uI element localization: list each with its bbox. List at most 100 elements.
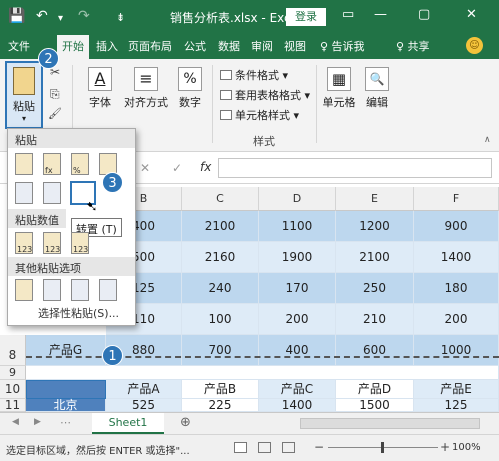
cancel-icon[interactable]: ✕ bbox=[140, 161, 150, 175]
row-header[interactable]: 10 bbox=[0, 380, 26, 399]
table-cell[interactable]: 产品E bbox=[414, 380, 499, 399]
copy-icon[interactable]: ⎘ bbox=[50, 87, 60, 102]
keep-column-widths-icon[interactable] bbox=[43, 182, 61, 204]
tab-page-layout[interactable]: 页面布局 bbox=[128, 38, 172, 54]
target-cell[interactable] bbox=[26, 380, 106, 399]
table-cell[interactable]: 1400 bbox=[259, 399, 336, 412]
tab-view[interactable]: 视图 bbox=[284, 38, 306, 54]
scroll-prev-sheet-icon[interactable]: ◀ bbox=[12, 417, 19, 427]
paste-values-icon[interactable]: 123 bbox=[15, 232, 33, 254]
column-header-d[interactable]: D bbox=[259, 187, 336, 211]
paste-link-icon[interactable] bbox=[43, 279, 61, 301]
save-icon[interactable]: 💾 bbox=[8, 7, 25, 25]
table-cell[interactable]: 170 bbox=[259, 273, 336, 304]
paste-values-source-format-icon[interactable]: 123 bbox=[71, 232, 89, 254]
tab-home[interactable]: 开始 bbox=[57, 35, 89, 59]
table-cell[interactable]: 2160 bbox=[182, 242, 259, 273]
collapse-ribbon-icon[interactable]: ∧ bbox=[484, 135, 491, 145]
paste-icon[interactable] bbox=[15, 153, 33, 175]
customize-toolbar-icon[interactable]: ⇟ bbox=[116, 9, 125, 27]
tell-me-search[interactable]: ♀ 告诉我 bbox=[320, 38, 365, 54]
table-cell[interactable]: 700 bbox=[182, 335, 259, 366]
tab-review[interactable]: 审阅 bbox=[251, 38, 273, 54]
editing-button[interactable]: 🔍 编辑 bbox=[362, 67, 392, 110]
cells-button[interactable]: ▦ 单元格 bbox=[320, 67, 358, 110]
table-cell[interactable]: 产品B bbox=[182, 380, 259, 399]
paste-picture-icon[interactable] bbox=[71, 279, 89, 301]
alignment-button[interactable]: ≡ 对齐方式 bbox=[122, 67, 170, 110]
table-row[interactable] bbox=[26, 366, 499, 380]
feedback-smiley-icon[interactable]: ☺ bbox=[466, 37, 483, 54]
table-cell[interactable]: 250 bbox=[336, 273, 414, 304]
table-cell[interactable]: 产品D bbox=[336, 380, 414, 399]
scroll-next-sheet-icon[interactable]: ▶ bbox=[34, 417, 41, 427]
table-cell[interactable]: 200 bbox=[259, 304, 336, 335]
linked-picture-icon[interactable] bbox=[99, 279, 117, 301]
paste-button[interactable]: 粘贴 ▾ bbox=[5, 61, 43, 129]
sheet-tab-sheet1[interactable]: Sheet1 bbox=[92, 413, 164, 434]
format-painter-icon[interactable]: 🖌 bbox=[48, 107, 62, 120]
table-cell[interactable]: 北京 bbox=[26, 399, 106, 412]
enter-icon[interactable]: ✓ bbox=[172, 161, 182, 175]
tab-insert[interactable]: 插入 bbox=[96, 38, 118, 54]
tab-formulas[interactable]: 公式 bbox=[184, 38, 206, 54]
tab-file[interactable]: 文件 bbox=[8, 38, 30, 54]
paste-values-number-format-icon[interactable]: 123 bbox=[43, 232, 61, 254]
paste-formatting-icon[interactable] bbox=[15, 279, 33, 301]
page-break-view-icon[interactable] bbox=[282, 442, 295, 453]
more-sheets-icon[interactable]: ⋯ bbox=[60, 416, 71, 429]
add-sheet-icon[interactable]: ⊕ bbox=[180, 415, 191, 430]
table-cell[interactable]: 1400 bbox=[414, 242, 499, 273]
table-cell[interactable]: 1100 bbox=[259, 211, 336, 242]
table-cell[interactable]: 225 bbox=[182, 399, 259, 412]
page-layout-view-icon[interactable] bbox=[258, 442, 271, 453]
column-header-f[interactable]: F bbox=[414, 187, 499, 211]
normal-view-icon[interactable] bbox=[234, 442, 247, 453]
table-cell[interactable]: 产品G bbox=[26, 335, 106, 366]
format-as-table-button[interactable]: 套用表格格式 ▾ bbox=[220, 87, 310, 103]
share-button[interactable]: ♀ 共享 bbox=[396, 38, 430, 54]
table-cell[interactable]: 125 bbox=[414, 399, 499, 412]
minimize-icon[interactable]: — bbox=[374, 7, 387, 22]
horizontal-scrollbar[interactable] bbox=[300, 418, 480, 429]
table-cell[interactable]: 1200 bbox=[336, 211, 414, 242]
cell-styles-button[interactable]: 单元格样式 ▾ bbox=[220, 107, 299, 123]
table-cell[interactable]: 210 bbox=[336, 304, 414, 335]
paste-special-link[interactable]: 选择性粘贴(S)... bbox=[38, 305, 119, 321]
row-header[interactable]: 9 bbox=[0, 366, 26, 380]
table-cell[interactable]: 1000 bbox=[414, 335, 499, 366]
row-header[interactable]: 11 bbox=[0, 399, 26, 412]
ribbon-display-options-icon[interactable]: ▭ bbox=[342, 7, 354, 22]
undo-dropdown-icon[interactable]: ▾ bbox=[58, 10, 63, 28]
column-header-c[interactable]: C bbox=[182, 187, 259, 211]
number-button[interactable]: % 数字 bbox=[174, 67, 206, 110]
table-cell[interactable]: 100 bbox=[182, 304, 259, 335]
formula-input[interactable] bbox=[218, 158, 492, 178]
table-cell[interactable]: 2100 bbox=[182, 211, 259, 242]
table-cell[interactable]: 400 bbox=[259, 335, 336, 366]
zoom-level[interactable]: 100% bbox=[452, 442, 481, 453]
table-cell[interactable]: 1500 bbox=[336, 399, 414, 412]
font-button[interactable]: A 字体 bbox=[82, 67, 118, 110]
table-cell[interactable]: 2100 bbox=[336, 242, 414, 273]
undo-icon[interactable]: ↶ bbox=[36, 7, 48, 25]
table-cell[interactable]: 180 bbox=[414, 273, 499, 304]
table-cell[interactable]: 600 bbox=[336, 335, 414, 366]
table-cell[interactable]: 产品A bbox=[106, 380, 182, 399]
row-header[interactable]: 8 bbox=[0, 335, 26, 366]
table-cell[interactable]: 200 bbox=[414, 304, 499, 335]
redo-icon[interactable]: ↷ bbox=[78, 7, 90, 25]
zoom-in-icon[interactable]: + bbox=[440, 440, 450, 454]
table-cell[interactable]: 产品C bbox=[259, 380, 336, 399]
paste-formulas-icon[interactable]: fx bbox=[43, 153, 61, 175]
table-cell[interactable]: 240 bbox=[182, 273, 259, 304]
restore-icon[interactable]: ▢ bbox=[418, 7, 430, 22]
conditional-format-button[interactable]: 条件格式 ▾ bbox=[220, 67, 288, 83]
paste-formulas-number-format-icon[interactable]: % bbox=[71, 153, 89, 175]
close-icon[interactable]: ✕ bbox=[466, 7, 477, 22]
zoom-out-icon[interactable]: − bbox=[314, 440, 324, 454]
table-cell[interactable]: 900 bbox=[414, 211, 499, 242]
no-borders-icon[interactable] bbox=[15, 182, 33, 204]
tab-data[interactable]: 数据 bbox=[218, 38, 240, 54]
column-header-e[interactable]: E bbox=[336, 187, 414, 211]
